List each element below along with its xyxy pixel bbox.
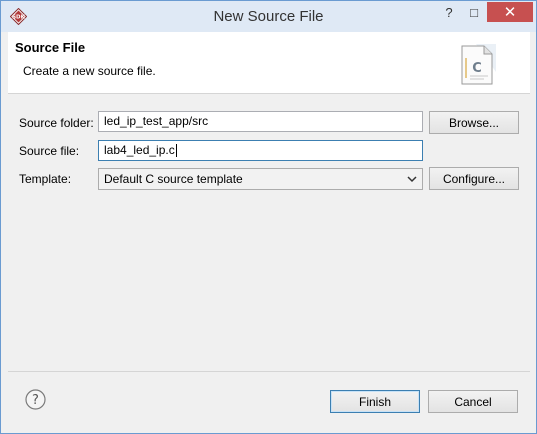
c-letter: C: [472, 61, 482, 76]
source-folder-label: Source folder:: [19, 116, 94, 130]
help-glyph: ?: [32, 393, 39, 408]
banner-title: Source File: [15, 40, 86, 55]
configure-button[interactable]: Configure...: [429, 167, 519, 190]
footer-separator: [8, 371, 530, 372]
title-bar[interactable]: SDK New Source File ? □ ✕: [1, 1, 536, 32]
template-select[interactable]: Default C source template: [98, 168, 423, 190]
close-button[interactable]: ✕: [487, 2, 533, 22]
source-file-value: lab4_led_ip.c: [104, 143, 175, 157]
source-file-label: Source file:: [19, 144, 80, 158]
source-file-input[interactable]: lab4_led_ip.c: [98, 140, 423, 161]
cancel-button[interactable]: Cancel: [428, 390, 518, 413]
title-help-button[interactable]: ?: [439, 2, 459, 22]
template-selected-value: Default C source template: [104, 172, 243, 186]
source-folder-input[interactable]: led_ip_test_app/src: [98, 111, 423, 132]
browse-button[interactable]: Browse...: [429, 111, 519, 134]
c-source-file-icon: C: [461, 44, 496, 85]
maximize-button[interactable]: □: [463, 2, 485, 22]
dialog-banner: Source File Create a new source file. C: [8, 32, 530, 94]
new-source-file-dialog: SDK New Source File ? □ ✕ Source File Cr…: [0, 0, 537, 434]
finish-button[interactable]: Finish: [330, 390, 420, 413]
text-caret: [175, 144, 177, 158]
chevron-down-icon: [407, 176, 417, 183]
help-icon[interactable]: ?: [25, 389, 46, 410]
template-label: Template:: [19, 172, 72, 186]
banner-description: Create a new source file.: [23, 64, 156, 78]
